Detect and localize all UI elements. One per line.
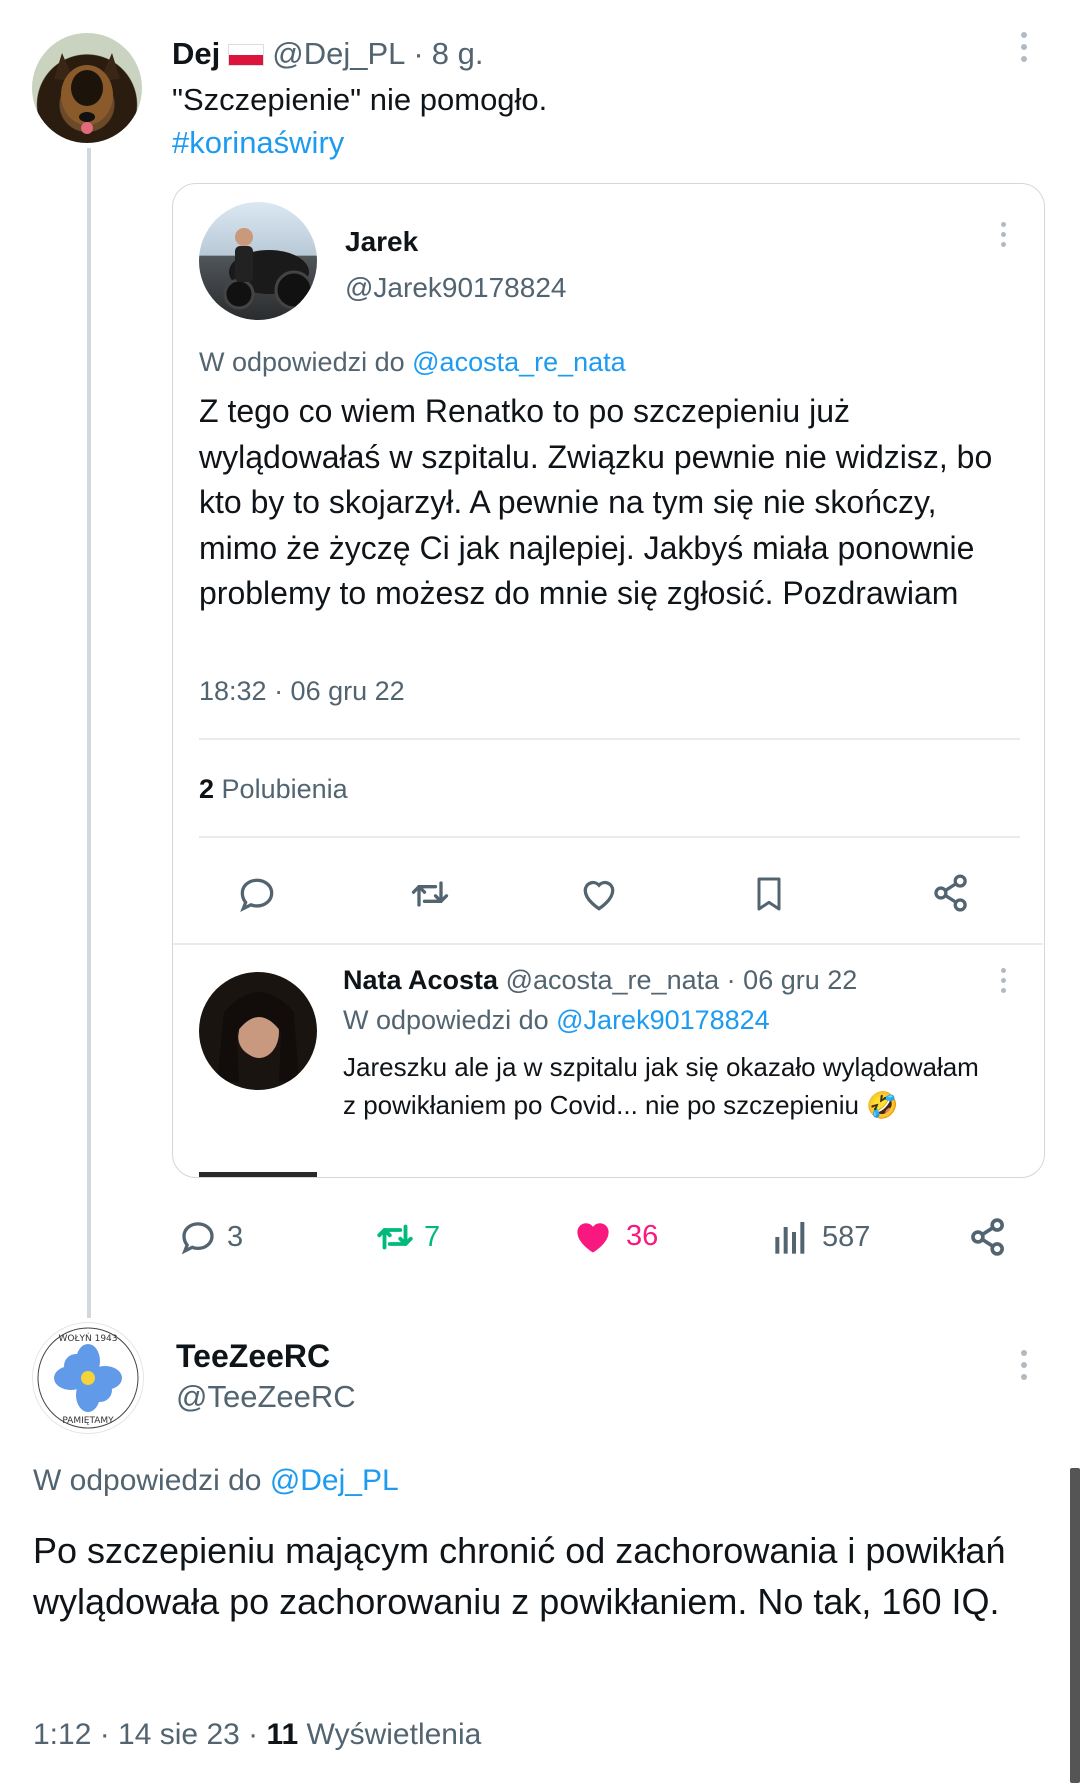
card-inner-divider	[173, 943, 1043, 945]
teezee-views-count: 11	[266, 1718, 299, 1751]
teezee-author-name[interactable]: TeeZeeRC	[176, 1338, 330, 1375]
teezee-handle[interactable]: @TeeZeeRC	[176, 1379, 356, 1415]
teezee-meta-line: 1:12 · 14 sie 23 · 11 Wyświetlenia	[33, 1718, 481, 1752]
teezee-time[interactable]: 1:12 · 14 sie 23 ·	[33, 1718, 258, 1751]
jarek-reply-prefix: W odpowiedzi do	[199, 347, 405, 377]
jarek-divider-top	[199, 738, 1020, 740]
teezee-tweet-text: Po szczepieniu mającym chronić od zachor…	[33, 1530, 1006, 1622]
teezee-reply-line: W odpowiedzi do @Dej_PL	[33, 1464, 399, 1498]
stat-views[interactable]: 587	[772, 1216, 870, 1258]
jarek-divider-bottom	[199, 836, 1020, 838]
retweet-count-icon	[372, 1216, 418, 1258]
teezee-more-icon[interactable]	[1020, 1350, 1028, 1380]
teezee-avatar[interactable]: WOŁYŃ 1943 PAMIĘTAMY	[32, 1322, 144, 1434]
reply-count-icon	[177, 1216, 219, 1258]
jarek-reply-line: W odpowiedzi do @acosta_re_nata	[199, 347, 626, 378]
stat-replies[interactable]: 3	[177, 1216, 243, 1258]
jarek-timestamp[interactable]: 18:32 · 06 gru 22	[199, 676, 405, 707]
views-chart-icon	[772, 1216, 812, 1258]
jarek-tweet-text: Z tego co wiem Renatko to po szczepieniu…	[199, 393, 993, 611]
dej-avatar[interactable]	[32, 33, 142, 143]
liked-heart-icon	[570, 1214, 616, 1258]
retweet-icon[interactable]	[407, 872, 453, 916]
jarek-handle[interactable]: @Jarek90178824	[345, 272, 566, 304]
polish-flag-icon	[228, 44, 265, 66]
quoted-tweet-card[interactable]: Jarek @Jarek90178824 W odpowiedzi do @ac…	[172, 183, 1045, 1178]
dej-more-icon[interactable]	[1020, 32, 1028, 62]
nata-avatar[interactable]	[199, 972, 317, 1090]
retweet-count: 7	[424, 1220, 441, 1253]
dej-author-name[interactable]: Dej	[172, 36, 220, 72]
card-bottom-fragment	[199, 1172, 317, 1177]
jarek-author-name[interactable]: Jarek	[345, 226, 418, 258]
dej-header: Dej @Dej_PL · 8 g.	[172, 36, 483, 72]
nata-more-icon[interactable]	[999, 968, 1007, 993]
thread-connector	[87, 148, 91, 1318]
nata-dot: ·	[726, 965, 736, 995]
nata-handle[interactable]: @acosta_re_nata	[506, 965, 720, 995]
jarek-reply-to-link[interactable]: @acosta_re_nata	[412, 347, 626, 377]
jarek-likes-label: Polubienia	[221, 774, 348, 804]
nata-tweet-text: Jareszku ale ja w szpitalu jak się okaza…	[343, 1048, 983, 1124]
teezee-reply-to-link[interactable]: @Dej_PL	[270, 1464, 399, 1497]
teezee-avatar-top-text: WOŁYŃ 1943	[58, 1332, 117, 1344]
laughing-emoji: 🤣	[866, 1090, 899, 1120]
nata-date[interactable]: 06 gru 22	[743, 965, 857, 995]
view-count: 587	[822, 1220, 871, 1253]
teezee-reply-prefix: W odpowiedzi do	[33, 1464, 262, 1497]
like-count: 36	[626, 1219, 659, 1252]
dej-time[interactable]: 8 g.	[432, 36, 484, 72]
jarek-more-icon[interactable]	[999, 222, 1007, 247]
nata-reply-line: W odpowiedzi do @Jarek90178824	[343, 1005, 770, 1036]
reply-count: 3	[227, 1220, 244, 1253]
teezee-views-label: Wyświetlenia	[306, 1718, 482, 1751]
nata-reply-to-link[interactable]: @Jarek90178824	[556, 1005, 770, 1035]
nata-author-name[interactable]: Nata Acosta	[343, 965, 498, 995]
dej-hashtag[interactable]: #korinaświry	[172, 125, 344, 161]
stat-likes[interactable]: 36	[570, 1214, 658, 1258]
teezee-avatar-bottom-text: PAMIĘTAMY	[62, 1416, 114, 1426]
main-share-icon[interactable]	[966, 1214, 1010, 1260]
like-icon[interactable]	[577, 872, 621, 916]
nata-header: Nata Acosta @acosta_re_nata · 06 gru 22	[343, 965, 857, 996]
bookmark-icon[interactable]	[749, 872, 789, 916]
nata-reply-prefix: W odpowiedzi do	[343, 1005, 549, 1035]
jarek-likes-count: 2	[199, 774, 215, 804]
stat-retweets[interactable]: 7	[372, 1216, 440, 1258]
dej-dot: ·	[413, 36, 424, 71]
scrollbar[interactable]	[1070, 1468, 1080, 1783]
reply-icon[interactable]	[235, 872, 279, 916]
jarek-avatar[interactable]	[199, 202, 317, 320]
share-icon[interactable]	[929, 870, 973, 916]
dej-handle[interactable]: @Dej_PL	[272, 36, 405, 72]
jarek-likes-row[interactable]: 2 Polubienia	[199, 774, 348, 805]
dej-tweet-text: "Szczepienie" nie pomogło.	[172, 82, 548, 117]
